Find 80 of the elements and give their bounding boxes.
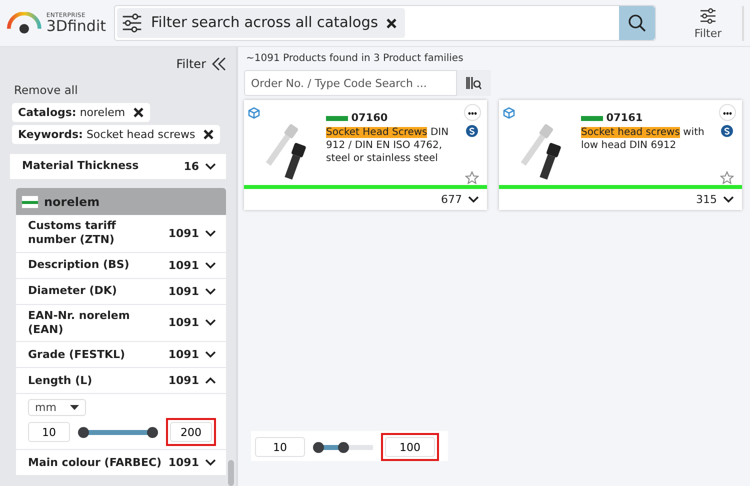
close-icon[interactable] xyxy=(133,107,144,118)
count-label: 1091 xyxy=(168,348,199,362)
count-label: 677 xyxy=(441,193,462,206)
filter-row[interactable]: Description (BS) 1091 xyxy=(16,252,226,279)
s-badge-icon xyxy=(466,125,478,137)
catalog-logo-icon xyxy=(22,196,38,208)
search-chip[interactable]: Filter search across all catalogs xyxy=(117,8,406,38)
collapse-icon[interactable] xyxy=(212,57,226,71)
filter-sliders-icon xyxy=(699,6,717,24)
product-description: Socket head screws with low head DIN 6912 xyxy=(581,126,706,152)
maximum-field[interactable]: 200 xyxy=(170,422,212,442)
filter-row[interactable]: Customs tariff number (ZTN) 1091 xyxy=(16,215,226,253)
count-label: 1091 xyxy=(168,456,199,470)
maximum-field[interactable]: 100 xyxy=(385,437,435,457)
count-label: 1091 xyxy=(168,316,199,330)
product-card[interactable]: 07160 Socket Head Screws DIN 912 / DIN EN ISO 4762, steel or stainless steel 677 xyxy=(244,100,487,210)
cube-icon xyxy=(248,107,260,119)
filter-row[interactable]: Material Thickness 16 xyxy=(10,154,226,180)
count-label: 1091 xyxy=(168,374,199,388)
more-icon xyxy=(722,112,732,115)
catalog-logo-icon xyxy=(581,116,603,121)
star-icon[interactable] xyxy=(720,171,734,185)
chevron-down-icon xyxy=(205,230,216,237)
slider-handle[interactable] xyxy=(338,442,348,452)
filter-row[interactable]: Diameter (DK) 1091 xyxy=(16,278,226,305)
filter-row[interactable]: EAN-Nr. norelem (EAN) 1091 xyxy=(16,304,226,342)
more-icon xyxy=(468,112,476,115)
product-card[interactable]: 07161 Socket head screws with low head DIN 6912 315 xyxy=(499,100,742,210)
remove-all-link[interactable]: Remove all xyxy=(14,83,226,97)
chevron-down-icon xyxy=(723,196,734,203)
more-button[interactable] xyxy=(718,104,736,121)
order-search-field[interactable]: Order No. / Type Code Search ... xyxy=(244,70,457,96)
chevron-down-icon xyxy=(205,262,216,269)
count-label: 16 xyxy=(184,160,199,173)
search-icon xyxy=(628,14,646,32)
chevron-down-icon xyxy=(468,196,479,203)
cube-icon xyxy=(503,107,515,119)
count-label: 1091 xyxy=(168,284,199,298)
filter-row[interactable]: Grade (FESTKL) 1091 xyxy=(16,342,226,368)
catalog-logo-icon xyxy=(326,116,348,121)
star-icon[interactable] xyxy=(465,171,479,185)
product-description: Socket Head Screws DIN 912 / DIN EN ISO 4762, steel or stainless steel xyxy=(326,126,450,165)
dropdown-caret-icon xyxy=(70,405,80,410)
minimum-field[interactable]: 10 xyxy=(28,422,70,442)
filter-row[interactable]: Length (L) 1091 xyxy=(16,368,226,394)
chevron-down-icon xyxy=(205,319,216,326)
slider-handle[interactable] xyxy=(78,426,89,438)
search-button[interactable] xyxy=(619,6,655,40)
filter-chip[interactable]: Catalogs: norelem xyxy=(12,103,150,122)
count-label: 1091 xyxy=(168,226,199,240)
catalog-header[interactable]: norelem xyxy=(16,188,226,215)
close-icon[interactable] xyxy=(203,129,214,140)
logo-text: 3Dfindit xyxy=(46,19,106,34)
chevron-down-icon xyxy=(205,163,216,170)
chevron-down-icon xyxy=(205,351,216,358)
chevron-down-icon xyxy=(205,288,216,295)
close-icon[interactable] xyxy=(386,18,398,28)
filter-button[interactable]: Filter xyxy=(674,6,744,40)
gauge-icon xyxy=(6,12,42,34)
count-label: 1091 xyxy=(168,258,199,272)
barcode-search-icon xyxy=(466,76,482,90)
minimum-field[interactable]: 10 xyxy=(255,437,305,457)
results-summary: ~1091 Products found in 3 Product families xyxy=(246,53,464,64)
filter-title: Filter xyxy=(176,57,206,71)
s-badge-icon xyxy=(721,125,733,137)
unit-dropdown[interactable]: mm xyxy=(28,399,86,416)
chevron-up-icon xyxy=(205,377,216,384)
filter-chip[interactable]: Keywords: Socket head screws xyxy=(12,125,220,144)
product-code[interactable]: 07160 xyxy=(351,112,388,124)
range-slider[interactable] xyxy=(78,426,158,438)
product-code[interactable]: 07161 xyxy=(606,112,643,124)
slider-handle[interactable] xyxy=(147,426,158,438)
chevron-down-icon xyxy=(205,459,216,466)
more-button[interactable] xyxy=(464,104,480,121)
filter-sliders-icon xyxy=(121,12,143,34)
filter-row[interactable]: Main colour (FARBEC) 1091 xyxy=(16,450,226,476)
barcode-search-button[interactable] xyxy=(457,70,491,96)
scrollbar-thumb[interactable] xyxy=(228,460,234,486)
count-label: 315 xyxy=(696,193,717,206)
slider-handle[interactable] xyxy=(313,442,324,452)
